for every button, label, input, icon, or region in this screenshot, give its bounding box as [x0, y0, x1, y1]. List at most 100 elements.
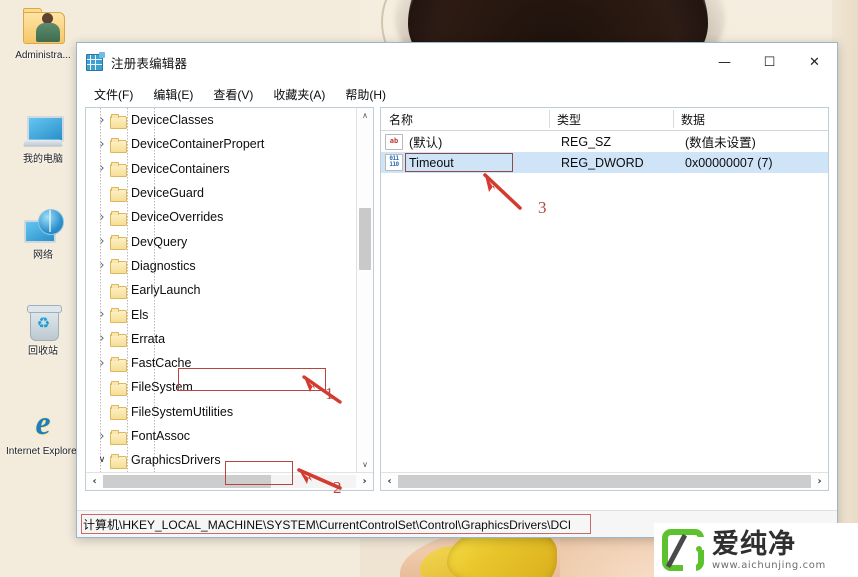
watermark-brand: 爱纯净 [712, 528, 796, 560]
menu-edit[interactable]: 编辑(E) [144, 83, 202, 106]
chevron-right-icon[interactable]: › [94, 307, 110, 322]
tree-item-deviceclasses[interactable]: › DeviceClasses [86, 108, 357, 132]
tree-item-label: DevQuery [131, 234, 188, 249]
tree-item-filesystem[interactable]: FileSystem [86, 375, 357, 399]
values-horizontal-scrollbar[interactable]: ‹ › [381, 472, 828, 490]
tree-item-devquery[interactable]: › DevQuery [86, 229, 357, 253]
maximize-button[interactable]: ☐ [747, 43, 792, 81]
folder-icon [110, 453, 127, 469]
desktop-icon-this-pc[interactable]: 我的电脑 [6, 112, 80, 165]
chevron-right-icon[interactable]: › [94, 234, 110, 249]
tree-scroll-down-button[interactable]: ∨ [357, 457, 373, 473]
cell-type: REG_SZ [561, 134, 612, 149]
folder-icon [110, 259, 127, 275]
desktop-icon-label: 回收站 [28, 346, 58, 357]
values-scroll-left-button[interactable]: ‹ [381, 476, 398, 487]
tree-scrollbar-thumb[interactable] [359, 208, 371, 270]
values-scroll-right-button[interactable]: › [811, 476, 828, 487]
tree-item-els[interactable]: › Els [86, 302, 357, 326]
folder-icon [110, 429, 127, 445]
table-row[interactable]: 011 110 Timeout REG_DWORD 0x00000007 (7) [381, 152, 828, 173]
user-folder-icon [21, 8, 65, 48]
rename-edit-box[interactable] [405, 152, 513, 172]
tree-item-devicecontainers[interactable]: › DeviceContainers [86, 157, 357, 181]
folder-icon [110, 162, 127, 178]
tree-hscrollbar-thumb[interactable] [103, 475, 271, 488]
tree-item-deviceguard[interactable]: DeviceGuard [86, 181, 357, 205]
tree-item-label: DeviceGuard [131, 186, 204, 201]
tree-hscroll-track[interactable] [103, 475, 356, 488]
chevron-right-icon[interactable]: › [94, 429, 110, 444]
tree-item-earlylaunch[interactable]: EarlyLaunch [86, 278, 357, 302]
registry-values-pane: 名称 类型 数据 ab (默认) REG_SZ (数值未设置) 011 110 Timeou… [380, 107, 829, 491]
chevron-right-icon[interactable]: › [94, 137, 110, 152]
menu-file[interactable]: 文件(F) [85, 83, 142, 106]
string-value-icon: ab [385, 133, 403, 150]
tree-item-label: FileSystem [131, 380, 193, 395]
tree-item-label: DeviceClasses [131, 113, 214, 128]
desktop-icon-label: Administra... [15, 50, 71, 61]
tree-scroll-right-button[interactable]: › [356, 476, 373, 487]
watermark: 爱纯净 www.aichunjing.com [654, 523, 858, 577]
chevron-right-icon[interactable]: › [94, 331, 110, 346]
menu-help[interactable]: 帮助(H) [336, 83, 395, 106]
tree-scroll-up-button[interactable]: ∧ [357, 108, 373, 124]
tree-item-label: DeviceContainers [131, 161, 230, 176]
registry-tree-pane: › DeviceClasses › DeviceContainerPropert › De… [85, 107, 374, 491]
tree-item-diagnostics[interactable]: › Diagnostics [86, 254, 357, 278]
menu-bar: 文件(F) 编辑(E) 查看(V) 收藏夹(A) 帮助(H) [77, 81, 837, 107]
folder-icon [110, 113, 127, 129]
tree-item-label: Els [131, 307, 149, 322]
values-hscroll-track[interactable] [398, 475, 811, 488]
desktop-icon-label: 网络 [33, 250, 53, 261]
watermark-url: www.aichunjing.com [712, 559, 826, 571]
tree-item-errata[interactable]: › Errata [86, 327, 357, 351]
registry-tree[interactable]: › DeviceClasses › DeviceContainerPropert › De… [86, 108, 357, 473]
desktop-icon-administrator[interactable]: Administra... [6, 8, 80, 61]
chevron-right-icon[interactable]: › [94, 258, 110, 273]
desktop-icon-internet-explorer[interactable]: e Internet Explorer [6, 404, 80, 457]
desktop-icon-network[interactable]: 网络 [6, 208, 80, 261]
tree-item-fontassoc[interactable]: › FontAssoc [86, 424, 357, 448]
table-row[interactable]: ab (默认) REG_SZ (数值未设置) [381, 131, 828, 152]
column-header-type[interactable]: 类型 [549, 108, 673, 130]
tree-scroll-left-button[interactable]: ‹ [86, 476, 103, 487]
values-list[interactable]: ab (默认) REG_SZ (数值未设置) 011 110 Timeout REG_DWOR… [381, 131, 828, 173]
dword-value-icon: 011 110 [385, 154, 403, 171]
column-header-name[interactable]: 名称 [381, 108, 549, 130]
chevron-right-icon[interactable]: › [94, 161, 110, 176]
tree-vertical-scrollbar[interactable]: ∧ ∨ [356, 108, 373, 473]
tree-item-fastcache[interactable]: › FastCache [86, 351, 357, 375]
cell-type: REG_DWORD [561, 155, 644, 170]
folder-icon [110, 405, 127, 421]
chevron-right-icon[interactable]: › [94, 356, 110, 371]
tree-item-deviceoverrides[interactable]: › DeviceOverrides [86, 205, 357, 229]
chevron-right-icon[interactable]: › [94, 210, 110, 225]
tree-item-label: EarlyLaunch [131, 283, 201, 298]
close-button[interactable]: ✕ [792, 43, 837, 81]
tree-item-graphicsdrivers[interactable]: ∨ GraphicsDrivers [86, 448, 357, 472]
folder-icon [110, 186, 127, 202]
chevron-right-icon[interactable]: › [94, 113, 110, 128]
registry-editor-icon [86, 51, 105, 71]
column-header-data[interactable]: 数据 [673, 108, 828, 130]
recycle-bin-icon: ♻ [21, 304, 65, 344]
folder-icon [110, 210, 127, 226]
chevron-down-icon[interactable]: ∨ [94, 455, 110, 465]
tree-horizontal-scrollbar[interactable]: ‹ › [86, 472, 373, 490]
window-body: › DeviceClasses › DeviceContainerPropert › De… [77, 107, 837, 491]
values-hscrollbar-thumb[interactable] [398, 475, 811, 488]
minimize-button[interactable]: — [702, 43, 747, 81]
cell-name: Timeout [405, 152, 553, 172]
tree-item-filesystemutilities[interactable]: FileSystemUtilities [86, 400, 357, 424]
menu-view[interactable]: 查看(V) [204, 83, 262, 106]
window-titlebar[interactable]: 注册表编辑器 — ☐ ✕ [77, 43, 837, 81]
folder-icon [110, 137, 127, 153]
desktop-icon-recycle-bin[interactable]: ♻ 回收站 [6, 304, 80, 357]
tree-item-label: Errata [131, 331, 166, 346]
menu-favorites[interactable]: 收藏夹(A) [264, 83, 334, 106]
desktop-icon-label: 我的电脑 [23, 154, 63, 165]
tree-item-devicecontainerpropert[interactable]: › DeviceContainerPropert [86, 132, 357, 156]
tree-item-label: GraphicsDrivers [131, 453, 221, 468]
tree-item-label: FontAssoc [131, 429, 191, 443]
